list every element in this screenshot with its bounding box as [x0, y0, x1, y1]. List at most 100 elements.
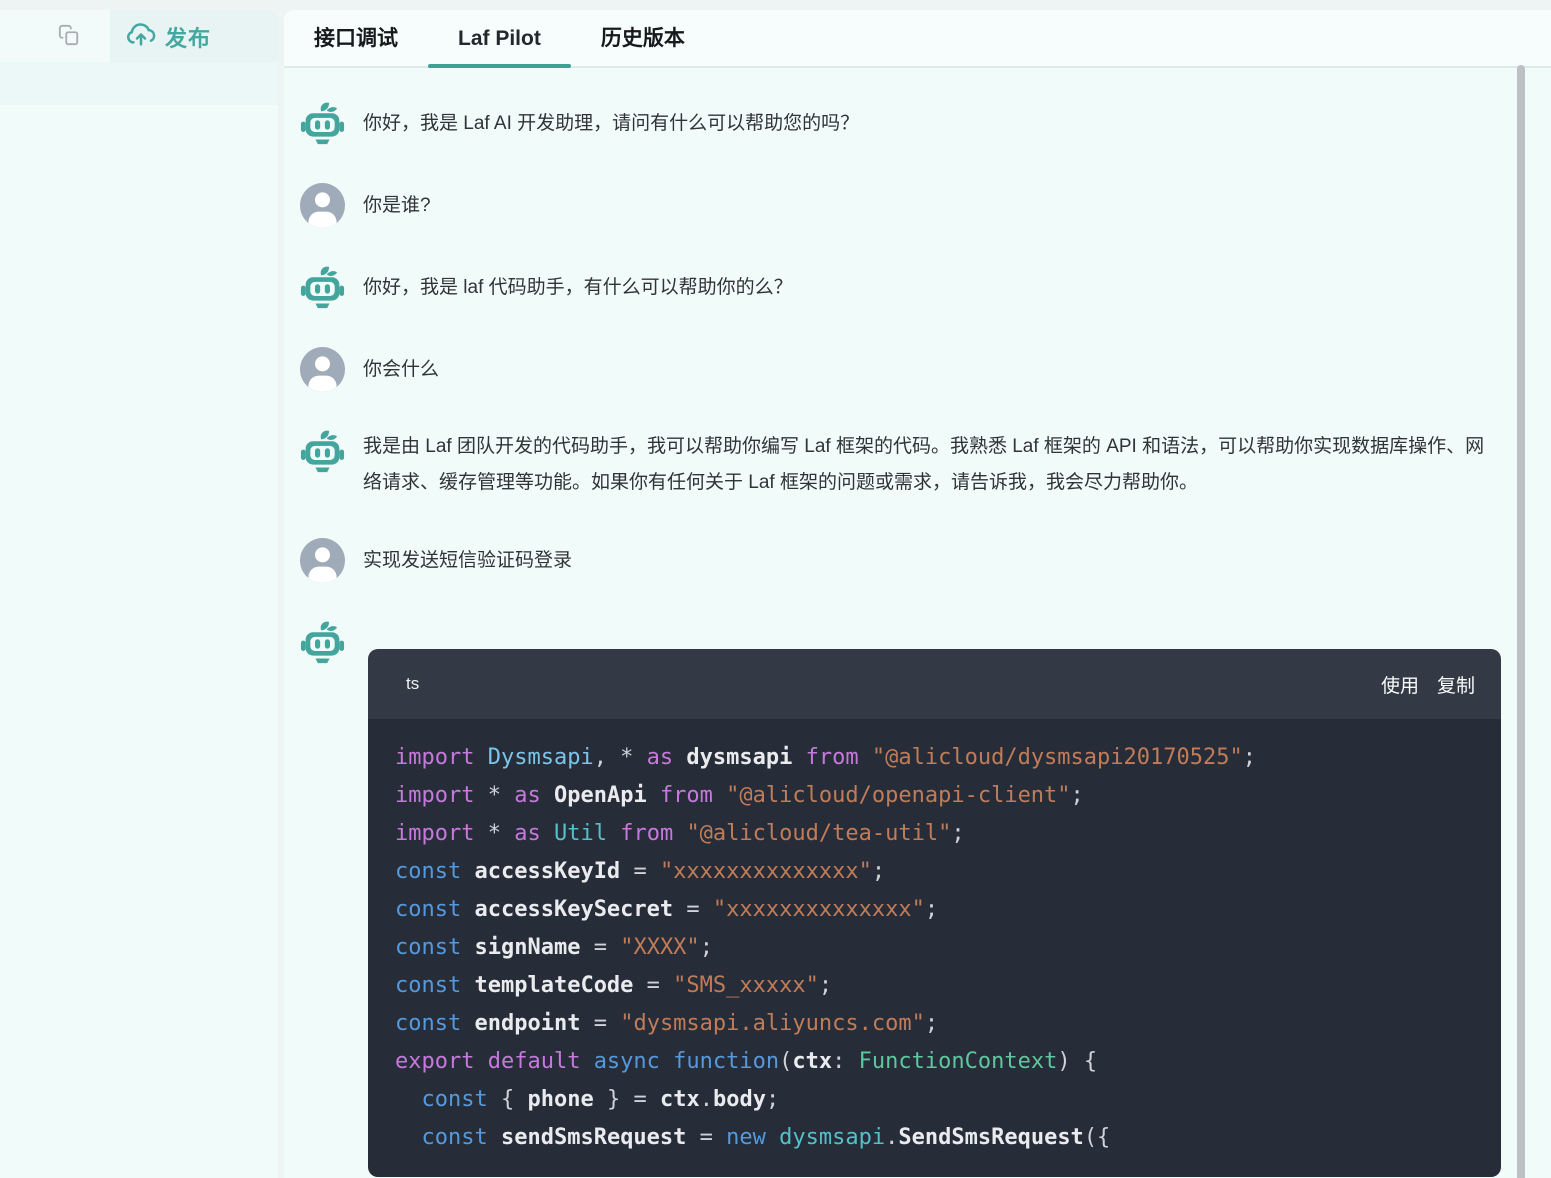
- code-token: const: [395, 897, 474, 922]
- code-token: import: [395, 745, 488, 770]
- code-token: ;: [700, 935, 713, 960]
- use-code-button[interactable]: 使用: [1381, 671, 1419, 698]
- code-token: *: [488, 821, 515, 846]
- code-token: "SMS_xxxxx": [673, 973, 819, 998]
- code-token: Util: [554, 821, 620, 846]
- code-token: const: [395, 1011, 474, 1036]
- code-token: signName: [474, 935, 593, 960]
- tab-bar: 接口调试 Laf Pilot 历史版本: [284, 10, 1551, 68]
- code-token: FunctionContext: [859, 1049, 1058, 1074]
- user-avatar-icon: [300, 183, 345, 228]
- code-token: export: [395, 1049, 488, 1074]
- left-toolbar: 发布: [0, 10, 278, 62]
- code-token: } =: [594, 1087, 660, 1112]
- message-text: 你是谁?: [363, 188, 431, 224]
- code-line: import * as Util from "@alicloud/tea-uti…: [395, 815, 1501, 853]
- toolbar-segment: [0, 10, 110, 62]
- code-token: ({: [1084, 1125, 1111, 1150]
- code-token: ;: [925, 897, 938, 922]
- code-token: SendSmsRequest: [898, 1125, 1083, 1150]
- code-token: ctx: [660, 1087, 700, 1112]
- code-token: .: [885, 1125, 898, 1150]
- code-header: ts 使用 复制: [368, 649, 1501, 719]
- code-token: *: [488, 783, 515, 808]
- code-token: ) {: [1057, 1049, 1097, 1074]
- code-token: default: [488, 1049, 594, 1074]
- message-text: 实现发送短信验证码登录: [363, 543, 572, 579]
- publish-button[interactable]: 发布: [126, 20, 211, 54]
- code-token: [395, 1087, 422, 1112]
- code-line: import * as OpenApi from "@alicloud/open…: [395, 777, 1501, 815]
- code-token: endpoint: [474, 1011, 593, 1036]
- code-token: sendSmsRequest: [501, 1125, 700, 1150]
- copy-code-button[interactable]: 复制: [1437, 671, 1475, 698]
- code-token: [395, 1125, 422, 1150]
- code-token: from: [806, 745, 872, 770]
- code-token: templateCode: [474, 973, 646, 998]
- code-language-label: ts: [406, 674, 419, 694]
- code-token: ;: [872, 859, 885, 884]
- tab-active-indicator: [428, 64, 571, 68]
- code-token: phone: [527, 1087, 593, 1112]
- user-avatar-icon: [300, 347, 345, 392]
- code-token: dysmsapi: [779, 1125, 885, 1150]
- code-token: const: [395, 973, 474, 998]
- message-row: 你好，我是 Laf AI 开发助理，请问有什么可以帮助您的吗？: [300, 101, 1535, 146]
- code-token: ;: [1243, 745, 1256, 770]
- code-line: const endpoint = "dysmsapi.aliyuncs.com"…: [395, 1005, 1501, 1043]
- robot-avatar-icon: [300, 101, 345, 146]
- code-token: accessKeySecret: [474, 897, 686, 922]
- left-subrow: [0, 62, 278, 105]
- message-row: ts 使用 复制 import Dysmsapi, * as dysmsapi …: [300, 620, 1535, 1177]
- code-token: ;: [819, 973, 832, 998]
- tab-laf-pilot[interactable]: Laf Pilot: [428, 10, 571, 66]
- app-window: 发布 接口调试 Laf Pilot 历史版本: [0, 0, 1551, 1178]
- message-text: 你会什么: [363, 352, 439, 388]
- vertical-scrollbar[interactable]: [1517, 65, 1525, 1178]
- code-token: "XXXX": [620, 935, 699, 960]
- code-line: const { phone } = ctx.body;: [395, 1081, 1501, 1119]
- tab-api-debug-label: 接口调试: [314, 27, 398, 50]
- message-text: 我是由 Laf 团队开发的代码助手，我可以帮助你编写 Laf 框架的代码。我熟悉…: [363, 429, 1503, 501]
- tab-history[interactable]: 历史版本: [571, 10, 715, 66]
- code-token: dysmsapi: [686, 745, 805, 770]
- robot-avatar-icon: [300, 265, 345, 310]
- code-token: "xxxxxxxxxxxxxx": [660, 859, 872, 884]
- code-token: ;: [766, 1087, 779, 1112]
- code-token: as: [514, 821, 554, 846]
- code-line: const accessKeyId = "xxxxxxxxxxxxxx";: [395, 853, 1501, 891]
- code-line: const accessKeySecret = "xxxxxxxxxxxxxx"…: [395, 891, 1501, 929]
- message-text: 你好，我是 Laf AI 开发助理，请问有什么可以帮助您的吗？: [363, 106, 859, 142]
- code-token: import: [395, 821, 488, 846]
- message-row: 你好，我是 laf 代码助手，有什么可以帮助你的么？: [300, 265, 1535, 310]
- code-actions: 使用 复制: [1381, 671, 1475, 698]
- code-token: =: [686, 897, 713, 922]
- code-token: (: [779, 1049, 792, 1074]
- code-token: "dysmsapi.aliyuncs.com": [620, 1011, 925, 1036]
- code-token: =: [594, 935, 621, 960]
- robot-avatar-icon: [300, 620, 345, 665]
- message-text: 你好，我是 laf 代码助手，有什么可以帮助你的么？: [363, 270, 793, 306]
- publish-label: 发布: [165, 21, 211, 53]
- cloud-upload-icon: [126, 20, 156, 55]
- code-token: as: [514, 783, 554, 808]
- code-token: from: [660, 783, 726, 808]
- code-token: function: [673, 1049, 779, 1074]
- code-token: "xxxxxxxxxxxxxx": [713, 897, 925, 922]
- message-row: 你是谁?: [300, 183, 1535, 228]
- code-line: const sendSmsRequest = new dysmsapi.Send…: [395, 1119, 1501, 1157]
- tab-api-debug[interactable]: 接口调试: [284, 10, 428, 66]
- message-row: 你会什么: [300, 347, 1535, 392]
- code-token: ctx: [792, 1049, 832, 1074]
- code-block: ts 使用 复制 import Dysmsapi, * as dysmsapi …: [368, 649, 1501, 1177]
- code-token: :: [832, 1049, 859, 1074]
- code-token: new: [726, 1125, 779, 1150]
- code-token: ;: [951, 821, 964, 846]
- code-token: ;: [925, 1011, 938, 1036]
- code-token: import: [395, 783, 488, 808]
- code-token: "@alicloud/tea-util": [686, 821, 951, 846]
- code-token: accessKeyId: [474, 859, 633, 884]
- copy-button[interactable]: [57, 25, 81, 49]
- left-panel: 发布: [0, 10, 278, 1178]
- code-token: , *: [594, 745, 647, 770]
